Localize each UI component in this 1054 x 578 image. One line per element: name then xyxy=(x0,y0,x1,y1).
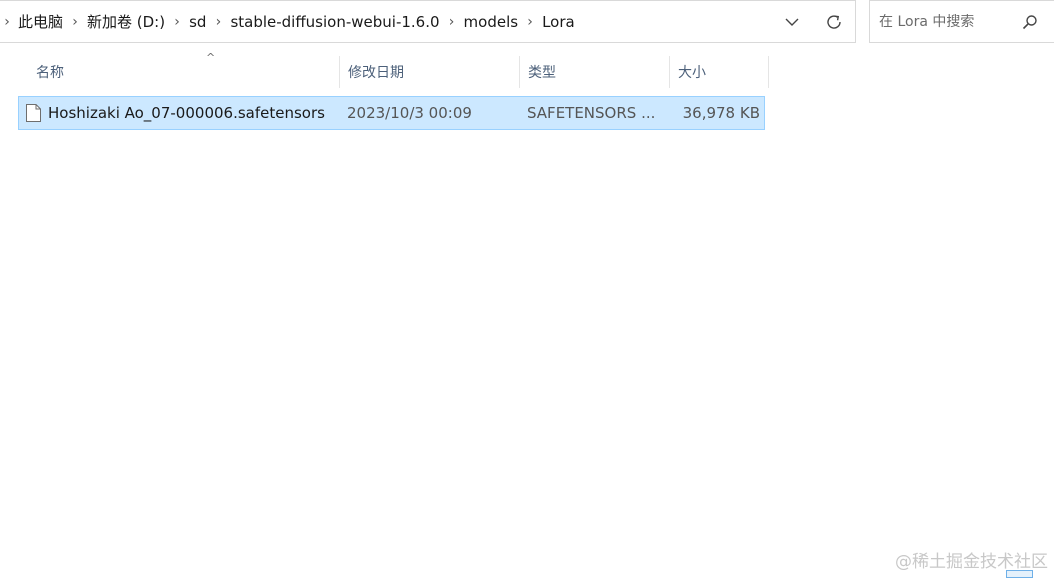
column-type-header[interactable]: 类型 xyxy=(519,56,670,88)
column-name-label: 名称 xyxy=(36,65,64,81)
chevron-right-icon[interactable]: › xyxy=(210,14,226,30)
breadcrumb-drive-d[interactable]: 新加卷 (D:) xyxy=(83,11,169,32)
search-icon[interactable] xyxy=(1022,14,1038,30)
chevron-right-icon[interactable]: › xyxy=(0,14,14,30)
chevron-right-icon[interactable]: › xyxy=(522,14,538,30)
breadcrumb-sd[interactable]: sd xyxy=(185,13,210,31)
address-history-button[interactable] xyxy=(776,7,808,37)
address-bar[interactable]: › 此电脑 › 新加卷 (D:) › sd › stable-diffusion… xyxy=(0,0,856,43)
file-size: 36,978 KB xyxy=(682,104,760,122)
breadcrumb-webui[interactable]: stable-diffusion-webui-1.6.0 xyxy=(226,13,443,31)
file-date: 2023/10/3 00:09 xyxy=(347,104,472,122)
file-row[interactable]: Hoshizaki Ao_07-000006.safetensors 2023/… xyxy=(18,96,765,130)
breadcrumb-lora[interactable]: Lora xyxy=(538,13,579,31)
chevron-right-icon[interactable]: › xyxy=(169,14,185,30)
sort-ascending-icon: ^ xyxy=(206,51,216,64)
column-date-header[interactable]: 修改日期 xyxy=(339,56,520,88)
column-size-header[interactable]: 大小 xyxy=(669,56,769,88)
breadcrumb-this-pc[interactable]: 此电脑 xyxy=(14,11,67,32)
refresh-button[interactable] xyxy=(818,7,850,37)
search-input[interactable] xyxy=(879,13,1014,30)
selection-corner xyxy=(1006,570,1033,578)
breadcrumb: › 此电脑 › 新加卷 (D:) › sd › stable-diffusion… xyxy=(0,1,579,42)
file-name[interactable]: Hoshizaki Ao_07-000006.safetensors xyxy=(48,97,325,129)
chevron-right-icon[interactable]: › xyxy=(444,14,460,30)
column-date-label: 修改日期 xyxy=(348,65,404,81)
breadcrumb-models[interactable]: models xyxy=(460,13,523,31)
file-icon xyxy=(25,103,42,123)
column-size-label: 大小 xyxy=(678,65,706,81)
file-type: SAFETENSORS ... xyxy=(527,104,656,122)
watermark: @稀土掘金技术社区 xyxy=(895,552,1048,572)
chevron-right-icon[interactable]: › xyxy=(67,14,83,30)
search-box[interactable] xyxy=(869,0,1054,43)
column-type-label: 类型 xyxy=(528,65,556,81)
column-name-header[interactable]: ^ 名称 xyxy=(28,51,340,88)
chevron-down-icon xyxy=(785,18,799,26)
refresh-icon xyxy=(827,15,841,29)
